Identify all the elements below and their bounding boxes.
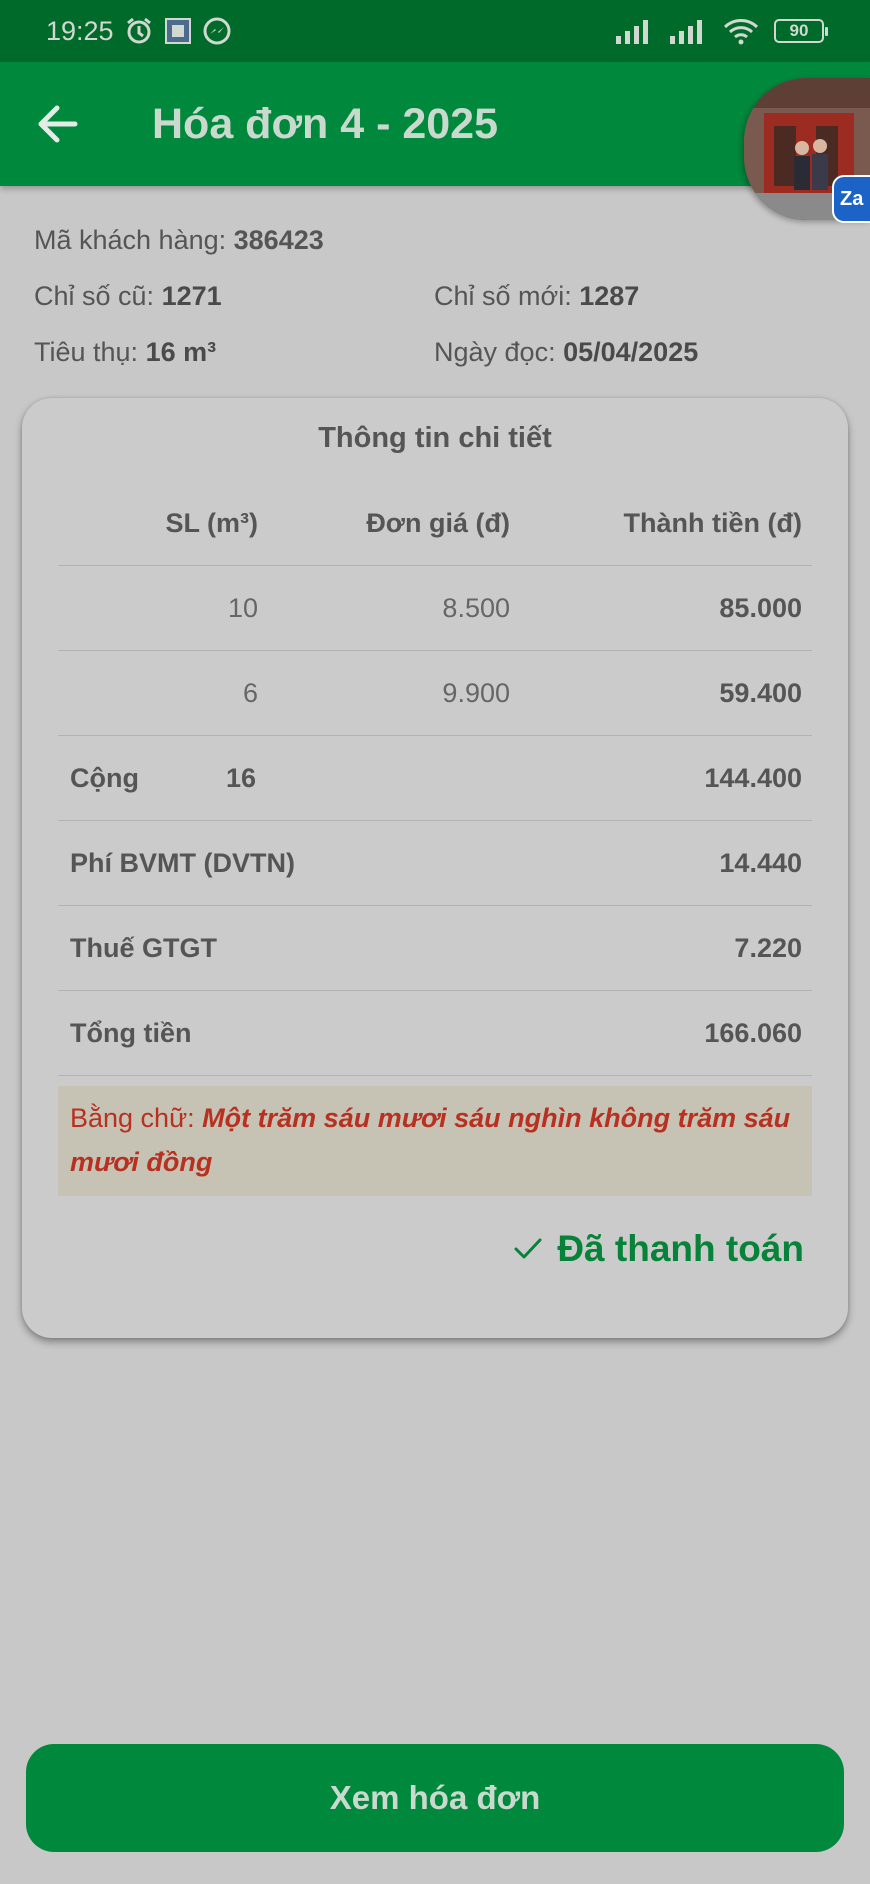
payment-status: Đã thanh toán — [513, 1228, 804, 1270]
table-row: 6 9.900 59.400 — [58, 651, 812, 736]
column-header: SL (m³) — [165, 508, 259, 538]
amount-in-words: Bằng chữ: Một trăm sáu mươi sáu nghìn kh… — [58, 1086, 812, 1196]
customer-id: Mã khách hàng: 386423 — [34, 224, 324, 255]
status-bar: 19:25 90 — [0, 0, 870, 62]
arrow-left-icon — [38, 105, 78, 143]
messenger-icon — [202, 16, 232, 46]
price-cell: 8.500 — [442, 592, 510, 623]
subtotal-amount: 144.400 — [704, 762, 802, 793]
payment-status-label: Đã thanh toán — [557, 1228, 804, 1269]
reading-date: Ngày đọc: 05/04/2025 — [434, 336, 699, 367]
amount-cell: 59.400 — [719, 677, 802, 708]
page-title: Hóa đơn 4 - 2025 — [152, 99, 499, 148]
status-time: 19:25 — [46, 15, 114, 46]
usage: Tiêu thụ: 16 m³ — [34, 336, 217, 367]
qty-cell: 6 — [242, 677, 258, 708]
subtotal-row: Cộng 16 144.400 — [58, 736, 812, 821]
words-label: Bằng chữ: — [70, 1103, 195, 1133]
signal-icon — [668, 18, 708, 44]
table-row: 10 8.500 85.000 — [58, 566, 812, 651]
wifi-icon — [722, 17, 760, 45]
price-cell: 9.900 — [442, 677, 510, 708]
table-header: SL (m³) Đơn giá (đ) Thành tiền (đ) — [58, 482, 812, 566]
customer-info: Mã khách hàng: 386423 Chỉ số cũ: 1271 Ch… — [34, 212, 834, 380]
qty-cell: 10 — [227, 592, 258, 623]
vat-label: Thuế GTGT — [70, 932, 217, 963]
total-label: Tổng tiền — [70, 1017, 192, 1048]
zalo-badge[interactable]: Za — [832, 175, 870, 223]
vat-amount: 7.220 — [734, 932, 802, 963]
alarm-icon — [124, 16, 154, 46]
column-header: Thành tiền (đ) — [623, 508, 802, 538]
total-amount: 166.060 — [704, 1017, 802, 1048]
subtotal-label: Cộng — [70, 762, 139, 793]
subtotal-qty: 16 — [226, 762, 257, 793]
old-reading: Chỉ số cũ: 1271 — [34, 280, 222, 311]
vat-row: Thuế GTGT 7.220 — [58, 906, 812, 991]
fee-amount: 14.440 — [719, 847, 802, 878]
new-reading: Chỉ số mới: 1287 — [434, 280, 640, 311]
fee-label: Phí BVMT (DVTN) — [70, 847, 295, 878]
fee-row: Phí BVMT (DVTN) 14.440 — [58, 821, 812, 906]
total-row: Tổng tiền 166.060 — [58, 991, 812, 1076]
amount-cell: 85.000 — [719, 592, 802, 623]
gallery-icon — [164, 17, 192, 45]
card-title: Thông tin chi tiết — [318, 422, 552, 454]
battery-icon: 90 — [774, 19, 828, 43]
back-button[interactable] — [22, 89, 92, 159]
app-bar: Hóa đơn 4 - 2025 — [0, 62, 870, 186]
detail-card: Thông tin chi tiết SL (m³) Đơn giá (đ) T… — [22, 398, 848, 1338]
signal-icon — [614, 18, 654, 44]
detail-table: SL (m³) Đơn giá (đ) Thành tiền (đ) 10 8.… — [58, 482, 812, 1076]
column-header: Đơn giá (đ) — [366, 508, 510, 538]
check-icon — [514, 1238, 542, 1259]
view-invoice-button[interactable]: Xem hóa đơn — [26, 1744, 844, 1852]
